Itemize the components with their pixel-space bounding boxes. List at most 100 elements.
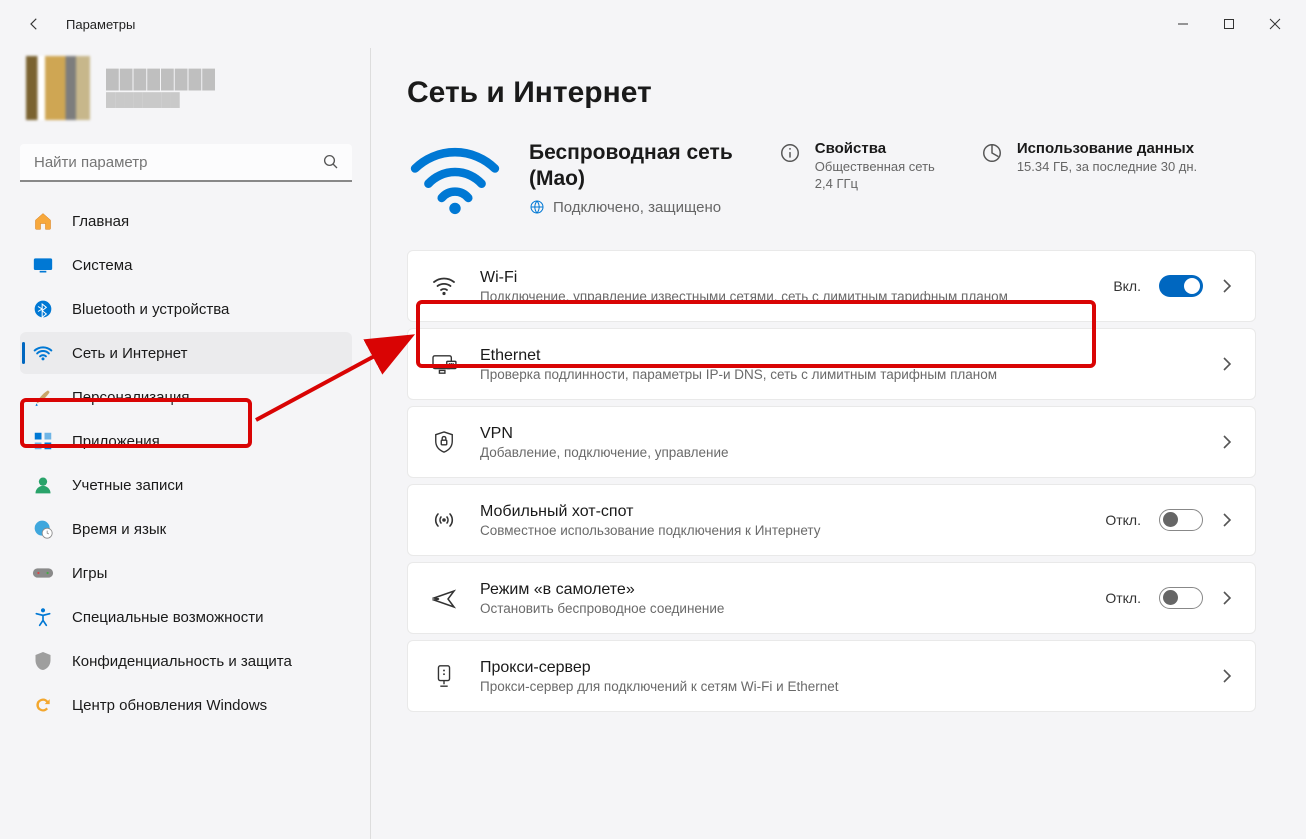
sidebar-item-apps[interactable]: Приложения [20,420,352,462]
setting-sub: Подключение, управление известными сетям… [480,289,1091,304]
properties-link[interactable]: Свойства Общественная сеть 2,4 ГГц [777,140,935,191]
setting-hotspot[interactable]: Мобильный хот-спот Совместное использова… [407,484,1256,556]
home-icon [32,210,54,232]
sidebar-item-label: Bluetooth и устройства [72,301,340,318]
toggle-label: Откл. [1105,512,1141,528]
maximize-button[interactable] [1206,8,1252,40]
data-usage-link[interactable]: Использование данных 15.34 ГБ, за послед… [979,140,1197,174]
person-icon [32,474,54,496]
maximize-icon [1223,18,1235,30]
connection-title-line1: Беспроводная сеть [529,141,733,164]
setting-wifi[interactable]: Wi-Fi Подключение, управление известными… [407,250,1256,322]
wifi-toggle[interactable] [1159,275,1203,297]
back-button[interactable] [20,10,48,38]
minimize-button[interactable] [1160,8,1206,40]
sidebar-item-update[interactable]: Центр обновления Windows [20,684,352,726]
sidebar-item-label: Центр обновления Windows [72,697,340,714]
sidebar-item-label: Специальные возможности [72,609,340,626]
setting-ethernet[interactable]: Ethernet Проверка подлинности, параметры… [407,328,1256,400]
chevron-right-icon [1221,278,1233,294]
sidebar-item-time[interactable]: Время и язык [20,508,352,550]
brush-icon [32,386,54,408]
setting-vpn[interactable]: VPN Добавление, подключение, управление [407,406,1256,478]
hotspot-icon [430,509,458,531]
setting-title: Режим «в самолете» [480,581,1083,599]
sidebar-item-label: Система [72,257,340,274]
setting-sub: Прокси-сервер для подключений к сетям Wi… [480,679,1199,694]
data-usage-sub: 15.34 ГБ, за последние 30 дн. [1017,159,1197,174]
hotspot-toggle[interactable] [1159,509,1203,531]
shield-icon [32,650,54,672]
sidebar-item-network[interactable]: Сеть и Интернет [20,332,352,374]
sidebar-item-label: Конфиденциальность и защита [72,653,340,670]
proxy-icon [430,664,458,688]
sidebar-item-personalization[interactable]: Персонализация [20,376,352,418]
gamepad-icon [32,562,54,584]
setting-title: Wi-Fi [480,269,1091,287]
search-input[interactable] [20,144,352,182]
close-button[interactable] [1252,8,1298,40]
avatar [26,56,90,120]
setting-sub: Совместное использование подключения к И… [480,523,1083,538]
user-name: ████████ [106,69,216,90]
properties-line1: Общественная сеть [815,159,935,174]
nav: Главная Система Bluetooth и устройства С… [20,200,352,726]
page-title: Сеть и Интернет [407,76,1256,110]
sidebar-item-label: Время и язык [72,521,340,538]
setting-sub: Проверка подлинности, параметры IP-и DNS… [480,367,1199,382]
toggle-label: Откл. [1105,590,1141,606]
toggle-label: Вкл. [1113,278,1141,294]
sidebar-item-label: Сеть и Интернет [72,345,340,362]
sidebar-item-label: Главная [72,213,340,230]
title-bar: Параметры [0,0,1306,48]
system-icon [32,254,54,276]
setting-proxy[interactable]: Прокси-сервер Прокси-сервер для подключе… [407,640,1256,712]
setting-title: Ethernet [480,347,1199,365]
setting-sub: Остановить беспроводное соединение [480,601,1083,616]
sidebar-item-privacy[interactable]: Конфиденциальность и защита [20,640,352,682]
pie-icon [979,140,1005,166]
sidebar-item-accessibility[interactable]: Специальные возможности [20,596,352,638]
user-email: ████████ [106,92,216,107]
sidebar: ████████ ████████ Главная Система [0,48,372,839]
setting-airplane[interactable]: Режим «в самолете» Остановить беспроводн… [407,562,1256,634]
data-usage-title: Использование данных [1017,140,1197,157]
window-title: Параметры [66,17,135,32]
sidebar-item-bluetooth[interactable]: Bluetooth и устройства [20,288,352,330]
lock-shield-icon [430,430,458,454]
bluetooth-icon [32,298,54,320]
chevron-right-icon [1221,668,1233,684]
sidebar-item-label: Приложения [72,433,340,450]
close-icon [1269,18,1281,30]
ethernet-icon [430,353,458,375]
airplane-icon [430,587,458,609]
sidebar-item-label: Учетные записи [72,477,340,494]
wifi-icon [430,275,458,297]
wifi-icon [32,342,54,364]
accessibility-icon [32,606,54,628]
main-content: Сеть и Интернет Беспроводная сеть (Mao) … [371,48,1306,839]
minimize-icon [1177,18,1189,30]
user-block[interactable]: ████████ ████████ [20,56,352,120]
update-icon [32,694,54,716]
sidebar-item-accounts[interactable]: Учетные записи [20,464,352,506]
properties-line2: 2,4 ГГц [815,176,935,191]
chevron-right-icon [1221,434,1233,450]
sidebar-item-label: Персонализация [72,389,340,406]
setting-title: VPN [480,425,1199,443]
sidebar-item-home[interactable]: Главная [20,200,352,242]
search-icon [322,153,340,176]
sidebar-item-label: Игры [72,565,340,582]
setting-title: Мобильный хот-спот [480,503,1083,521]
sidebar-item-gaming[interactable]: Игры [20,552,352,594]
sidebar-item-system[interactable]: Система [20,244,352,286]
setting-title: Прокси-сервер [480,659,1199,677]
chevron-right-icon [1221,356,1233,372]
setting-sub: Добавление, подключение, управление [480,445,1199,460]
connection-title: Беспроводная сеть (Mao) [529,140,733,193]
properties-title: Свойства [815,140,935,157]
apps-icon [32,430,54,452]
arrow-left-icon [25,15,43,33]
airplane-toggle[interactable] [1159,587,1203,609]
globe-icon [529,199,545,215]
